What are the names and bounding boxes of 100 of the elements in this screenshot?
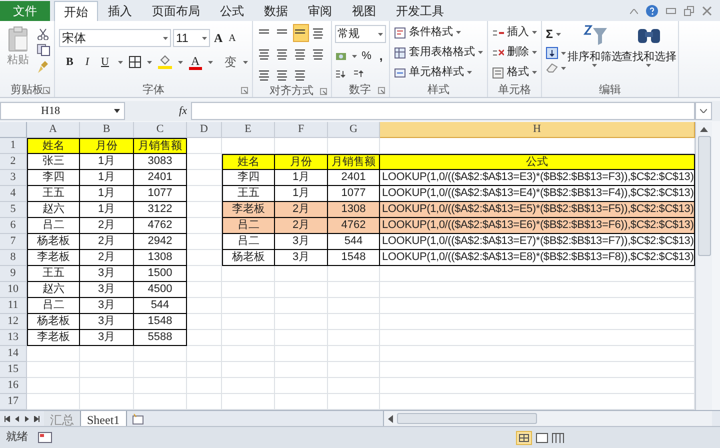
align-center-icon[interactable] xyxy=(276,48,290,60)
empty-cell[interactable] xyxy=(328,346,380,362)
row-header[interactable]: 3 xyxy=(0,170,27,186)
font-size-field[interactable]: 11 xyxy=(173,29,210,47)
empty-cell[interactable] xyxy=(380,346,695,362)
editing-button[interactable]: 排序和筛选 xyxy=(570,24,620,83)
row-header[interactable]: 9 xyxy=(0,266,27,282)
empty-cell[interactable] xyxy=(222,298,275,314)
select-all-corner[interactable] xyxy=(0,122,27,138)
number-format-field[interactable]: 常规 xyxy=(334,25,386,43)
styles-menu-button[interactable]: 条件格式 xyxy=(394,24,483,41)
first-sheet-icon[interactable] xyxy=(4,416,10,422)
align-right-icon[interactable] xyxy=(294,48,308,60)
empty-cell[interactable] xyxy=(328,378,380,394)
scroll-up-icon[interactable] xyxy=(700,127,708,132)
empty-cell[interactable] xyxy=(380,330,695,346)
minimize-icon[interactable] xyxy=(666,8,676,14)
empty-cell[interactable] xyxy=(134,362,187,378)
caret-icon[interactable] xyxy=(560,52,566,54)
caret-icon[interactable] xyxy=(646,64,652,67)
dialog-launcher-icon[interactable] xyxy=(240,87,248,94)
empty-cell[interactable] xyxy=(134,378,187,394)
scissors-icon[interactable] xyxy=(37,28,49,40)
caret-icon[interactable] xyxy=(202,36,207,40)
row-header[interactable]: 13 xyxy=(0,330,27,346)
empty-cell[interactable] xyxy=(380,266,695,282)
caret-icon[interactable] xyxy=(178,60,183,64)
ribbon-tab[interactable]: 文件 xyxy=(0,1,50,21)
styles-menu-button[interactable]: 单元格样式 xyxy=(394,64,483,81)
align-left-icon[interactable] xyxy=(258,48,272,60)
empty-cell[interactable] xyxy=(328,362,380,378)
caret-icon[interactable] xyxy=(556,32,561,36)
shrink-font-button[interactable]: A xyxy=(226,30,238,46)
column-header[interactable]: D xyxy=(187,122,222,138)
ribbon-tab[interactable]: 开发工具 xyxy=(386,1,454,21)
empty-cell[interactable] xyxy=(222,362,275,378)
empty-cell[interactable] xyxy=(80,362,134,378)
italic-button[interactable]: I xyxy=(82,54,92,70)
styles-menu-button[interactable]: 套用表格格式 xyxy=(394,44,483,61)
close-icon[interactable] xyxy=(702,6,712,16)
empty-cell[interactable] xyxy=(380,362,695,378)
ribbon-tab[interactable]: 审阅 xyxy=(298,1,342,21)
ribbon-tab[interactable]: 数据 xyxy=(254,1,298,21)
font-name-field[interactable]: 宋体 xyxy=(59,29,171,47)
row-header[interactable]: 14 xyxy=(0,346,27,362)
border-icon[interactable] xyxy=(128,56,141,68)
comma-button[interactable]: , xyxy=(376,47,386,65)
row-header[interactable]: 8 xyxy=(0,250,27,266)
copy-icon[interactable] xyxy=(37,44,51,56)
caret-icon[interactable] xyxy=(242,60,248,64)
expand-icon[interactable] xyxy=(700,109,707,113)
bold-button[interactable]: B xyxy=(63,54,76,70)
empty-cell[interactable] xyxy=(187,362,222,378)
grow-font-button[interactable]: A xyxy=(212,29,225,47)
empty-cell[interactable] xyxy=(222,346,275,362)
row-header[interactable]: 6 xyxy=(0,218,27,234)
column-header[interactable]: G xyxy=(328,122,380,138)
empty-cell[interactable] xyxy=(187,346,222,362)
column-header[interactable]: A xyxy=(27,122,80,138)
row-header[interactable]: 16 xyxy=(0,378,27,394)
empty-cell[interactable] xyxy=(222,282,275,298)
column-header[interactable]: B xyxy=(80,122,134,138)
decrease-decimal-icon[interactable] xyxy=(352,69,365,79)
dialog-launcher-icon[interactable] xyxy=(43,87,50,94)
cells-menu-button[interactable]: 格式 xyxy=(492,64,537,81)
ribbon-tab[interactable]: 插入 xyxy=(98,1,142,21)
empty-cell[interactable] xyxy=(328,314,380,330)
row-header[interactable]: 17 xyxy=(0,394,27,410)
caret-icon[interactable] xyxy=(163,36,168,40)
horizontal-scrollbar[interactable] xyxy=(382,411,712,426)
formula-input[interactable] xyxy=(191,102,695,120)
increase-decimal-icon[interactable] xyxy=(334,69,347,79)
empty-cell[interactable] xyxy=(328,266,380,282)
macro-record-icon[interactable] xyxy=(38,432,52,443)
row-header[interactable]: 5 xyxy=(0,202,27,218)
help-icon[interactable] xyxy=(646,5,658,17)
phonetic-button[interactable]: 变 xyxy=(224,53,237,71)
previous-sheet-icon[interactable] xyxy=(14,416,20,422)
row-header[interactable]: 4 xyxy=(0,186,27,202)
empty-cell[interactable] xyxy=(80,378,134,394)
empty-cell[interactable] xyxy=(80,346,134,362)
editing-button[interactable]: 查找和选择 xyxy=(624,24,674,83)
autosum-button[interactable]: Σ xyxy=(546,25,553,43)
vertical-scrollbar[interactable] xyxy=(695,122,712,410)
name-box[interactable]: H18 xyxy=(0,102,125,120)
font-color-button[interactable]: A xyxy=(188,54,202,70)
insert-sheet-icon[interactable] xyxy=(130,412,145,424)
empty-cell[interactable] xyxy=(380,378,695,394)
increase-indent-icon[interactable] xyxy=(276,69,290,81)
row-header[interactable]: 1 xyxy=(0,138,27,154)
column-header[interactable]: C xyxy=(134,122,187,138)
vertical-align-button[interactable] xyxy=(292,24,309,42)
cells-menu-button[interactable]: 插入 xyxy=(492,24,537,41)
caret-icon[interactable] xyxy=(378,32,383,36)
next-sheet-icon[interactable] xyxy=(24,416,30,422)
dialog-launcher-icon[interactable] xyxy=(378,87,385,94)
column-header[interactable]: E xyxy=(222,122,275,138)
empty-cell[interactable] xyxy=(328,282,380,298)
empty-cell[interactable] xyxy=(275,378,328,394)
caret-icon[interactable] xyxy=(456,31,461,34)
